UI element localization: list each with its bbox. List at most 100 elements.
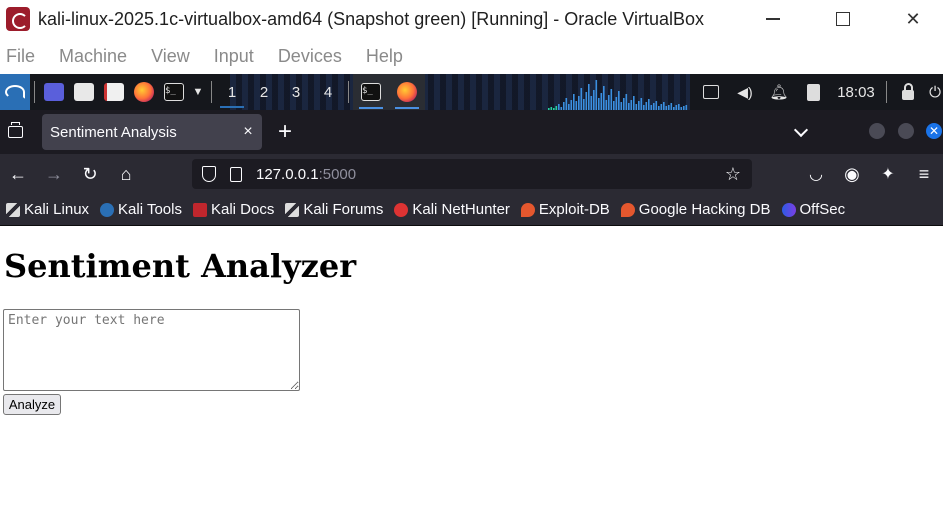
url-port: :5000: [318, 165, 357, 183]
network-status-button[interactable]: [694, 74, 728, 110]
back-button[interactable]: ←: [2, 158, 34, 190]
cpu-graph-bar: [625, 94, 628, 110]
panel-clock[interactable]: 18:03: [830, 74, 882, 110]
panel-separator: [348, 81, 349, 103]
notifications-button[interactable]: 🔔︎: [762, 74, 796, 110]
sentiment-text-input[interactable]: [3, 309, 300, 391]
firefox-tab-bar: Sentiment Analysis × + ✕: [0, 110, 943, 154]
cpu-graph-bar: [605, 100, 608, 110]
reload-button[interactable]: ↻: [74, 158, 106, 190]
tab-close-icon[interactable]: ×: [234, 123, 262, 141]
menu-help[interactable]: Help: [366, 46, 403, 67]
close-icon: ✕: [928, 124, 940, 138]
file-manager-launcher[interactable]: [69, 74, 99, 110]
show-desktop-launcher[interactable]: [39, 74, 69, 110]
firefox-close-button[interactable]: ✕: [926, 123, 942, 139]
taskbar-firefox-window[interactable]: [389, 74, 425, 110]
new-tab-button[interactable]: +: [272, 114, 298, 150]
maximize-button[interactable]: [808, 0, 878, 38]
cpu-graph-bar: [640, 98, 643, 110]
clipboard-button[interactable]: [796, 74, 830, 110]
close-button[interactable]: ✕: [878, 0, 943, 38]
cpu-graph-bar: [573, 94, 575, 110]
menu-view[interactable]: View: [151, 46, 190, 67]
bookmark-label: Kali Tools: [118, 201, 182, 218]
minimize-button[interactable]: [738, 0, 808, 38]
desktop-icon: [44, 83, 64, 101]
app-menu-button[interactable]: ≡: [908, 158, 940, 190]
clipboard-icon: [806, 83, 820, 101]
chevron-down-icon: ▼: [192, 86, 204, 98]
firefox-minimize-button[interactable]: [869, 123, 885, 139]
kali-dragon-icon: [285, 202, 300, 217]
bookmark-kali-tools[interactable]: Kali Tools: [100, 201, 182, 218]
bookmark-label: Kali Linux: [24, 201, 90, 218]
lock-screen-button[interactable]: [891, 74, 925, 110]
bookmark-kali-nethunter[interactable]: Kali NetHunter: [394, 201, 510, 218]
bookmark-kali-linux[interactable]: Kali Linux: [6, 201, 89, 218]
bookmark-label: Exploit-DB: [538, 201, 610, 218]
bookmark-kali-forums[interactable]: Kali Forums: [285, 201, 383, 218]
power-button[interactable]: ⏻: [925, 74, 943, 110]
extensions-button[interactable]: ✦: [872, 158, 904, 190]
firefox-maximize-button[interactable]: [898, 123, 914, 139]
web-page-content: Sentiment Analyzer Analyze: [0, 227, 943, 531]
workspace-3[interactable]: 3: [280, 74, 312, 110]
cpu-graph-bar: [670, 103, 673, 110]
tracking-protection-shield-icon[interactable]: [202, 166, 216, 182]
cpu-graph-bar: [655, 101, 658, 110]
terminal-icon: $_: [164, 83, 184, 101]
pocket-button[interactable]: ◡: [800, 158, 832, 190]
cpu-graph-bar: [578, 96, 580, 110]
text-editor-launcher[interactable]: [99, 74, 129, 110]
workspace-4[interactable]: 4: [312, 74, 344, 110]
kali-dragon-icon: [5, 85, 25, 99]
kali-tools-icon: [100, 202, 115, 217]
hamburger-menu-icon: ≡: [918, 163, 930, 184]
list-all-tabs-button[interactable]: [788, 114, 814, 150]
bookmark-google-hacking-db[interactable]: Google Hacking DB: [620, 201, 771, 218]
url-text[interactable]: 127.0.0.1:5000: [256, 166, 356, 183]
taskbar-terminal-window[interactable]: $_: [353, 74, 389, 110]
volume-button[interactable]: ◀): [728, 74, 762, 110]
exploit-db-icon: [620, 202, 635, 217]
page-info-icon[interactable]: [230, 166, 242, 182]
cpu-graph-bar: [575, 101, 578, 110]
bookmark-exploit-db[interactable]: Exploit-DB: [520, 201, 610, 218]
tab-sentiment-analysis[interactable]: Sentiment Analysis ×: [42, 114, 262, 150]
bookmark-label: OffSec: [799, 201, 846, 218]
launcher-dropdown-button[interactable]: ▼: [189, 74, 207, 110]
exploit-db-icon: [520, 202, 535, 217]
menu-machine[interactable]: Machine: [59, 46, 127, 67]
cpu-graph-bar: [645, 102, 648, 110]
bookmark-kali-docs[interactable]: Kali Docs: [192, 201, 275, 218]
firefox-launcher[interactable]: [129, 74, 159, 110]
url-bar[interactable]: 127.0.0.1:5000 ☆: [192, 159, 752, 189]
account-button[interactable]: ◉: [836, 158, 868, 190]
forward-button[interactable]: →: [38, 158, 70, 190]
kali-applications-menu-button[interactable]: [0, 74, 30, 110]
chevron-down-icon: [793, 122, 809, 137]
analyze-button[interactable]: Analyze: [3, 394, 61, 415]
firefox-view-button[interactable]: [0, 110, 30, 154]
tab-title: Sentiment Analysis: [50, 123, 177, 141]
menu-devices[interactable]: Devices: [278, 46, 342, 67]
close-icon: ✕: [905, 8, 921, 29]
bookmark-label: Kali NetHunter: [412, 201, 510, 218]
terminal-launcher[interactable]: $_: [159, 74, 189, 110]
bookmark-label: Kali Docs: [210, 201, 275, 218]
kali-top-panel: $_ ▼ 1 2 3 4 $_ ◀) 🔔︎ 18:03 ⏻: [0, 74, 943, 110]
menu-input[interactable]: Input: [214, 46, 254, 67]
cpu-graph-bar: [623, 98, 625, 110]
cpu-graph-bar: [620, 102, 623, 110]
panel-separator: [886, 81, 887, 103]
bookmark-offsec[interactable]: OffSec: [781, 201, 846, 218]
cpu-graph-bar: [663, 102, 665, 110]
menu-file[interactable]: File: [6, 46, 35, 67]
cpu-graph-bar: [628, 103, 630, 110]
workspace-2[interactable]: 2: [248, 74, 280, 110]
page-title: Sentiment Analyzer: [4, 247, 357, 285]
bookmark-star-icon[interactable]: ☆: [720, 161, 746, 187]
workspace-1[interactable]: 1: [216, 74, 248, 110]
home-button[interactable]: ⌂: [110, 158, 142, 190]
